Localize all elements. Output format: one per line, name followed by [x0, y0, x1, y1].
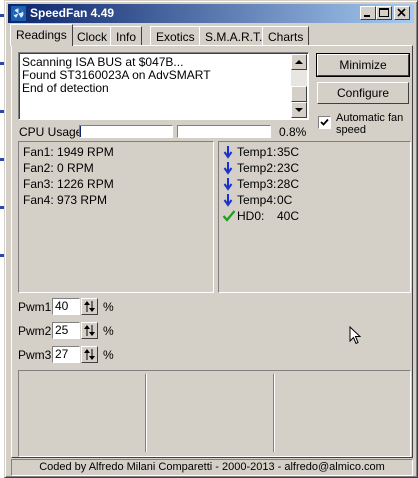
pwm3-spinner[interactable] — [81, 346, 98, 363]
tab-clock[interactable]: Clock — [71, 26, 114, 45]
temp-value: 40C — [277, 209, 300, 223]
fan-label: Fan3: — [23, 177, 54, 191]
cpu-usage-bar — [79, 125, 173, 138]
spinner-arrows-icon — [84, 325, 95, 336]
pwm1-unit: % — [103, 300, 114, 314]
temp-label: Temp1: — [237, 145, 277, 159]
arrow-down-icon — [223, 178, 233, 191]
tab-label: Clock — [77, 30, 108, 44]
mouse-cursor-icon — [349, 326, 362, 345]
spinner-arrows-icon — [84, 301, 95, 312]
title-bar[interactable]: SpeedFan 4.49 — [8, 4, 414, 23]
temp-label: Temp3: — [237, 177, 277, 191]
graph-divider — [145, 374, 146, 452]
detection-log[interactable]: Scanning ISA BUS at $047B... Found ST316… — [18, 52, 309, 120]
cpu-usage-bar — [177, 125, 271, 138]
pwm3-unit: % — [103, 348, 114, 362]
scroll-down-button[interactable] — [291, 102, 307, 118]
automatic-fan-speed-label: Automatic fan speed — [336, 112, 404, 136]
tab-label: Readings — [16, 28, 67, 42]
temp-label: Temp4: — [237, 193, 277, 207]
temp-label: Temp2: — [237, 161, 277, 175]
pwm2-label: Pwm2: — [18, 324, 55, 338]
close-icon — [397, 8, 406, 17]
tab-label: S.M.A.R.T. — [205, 30, 263, 44]
tab-charts[interactable]: Charts — [262, 26, 310, 45]
temp-value: 28C — [277, 177, 300, 191]
spinner-arrows-icon — [84, 349, 95, 360]
fan-value: 973 RPM — [57, 193, 108, 207]
tab-smart[interactable]: S.M.A.R.T. — [199, 26, 269, 45]
fan-reading: Fan1: 1949 RPM — [23, 145, 114, 159]
window-title: SpeedFan 4.49 — [30, 6, 115, 20]
temp-value: 35C — [277, 145, 300, 159]
cpu-usage-label: CPU Usage — [19, 125, 83, 139]
pwm2-spinner[interactable] — [81, 322, 98, 339]
log-line: End of detection — [22, 81, 109, 95]
tab-readings[interactable]: Readings — [10, 24, 73, 46]
minimize-button[interactable]: Minimize — [316, 53, 410, 77]
graph-divider — [273, 374, 274, 452]
close-window-button[interactable] — [394, 6, 410, 20]
fan-reading: Fan4: 973 RPM — [23, 193, 107, 207]
tab-label: Charts — [268, 30, 304, 44]
check-icon — [222, 210, 236, 222]
status-bar: Coded by Alfredo Milani Comparetti - 200… — [11, 459, 413, 476]
pwm2-input[interactable]: 25 — [52, 322, 80, 339]
minimize-icon — [364, 15, 370, 17]
cpu-usage-percent: 0.8% — [279, 125, 307, 139]
arrow-down-icon — [223, 194, 233, 207]
log-scrollbar[interactable] — [291, 54, 307, 118]
scroll-thumb[interactable] — [291, 86, 307, 102]
tab-label: Info — [116, 30, 137, 44]
tab-exotics[interactable]: Exotics — [150, 26, 201, 45]
fan-label: Fan2: — [23, 161, 54, 175]
configure-button[interactable]: Configure — [317, 82, 409, 104]
arrow-up-icon — [295, 60, 303, 64]
pwm3-input[interactable]: 27 — [52, 346, 80, 363]
log-lines: Scanning ISA BUS at $047B... Found ST316… — [22, 56, 211, 95]
fan-value: 0 RPM — [57, 161, 94, 175]
temperatures-panel: Temp1: 35C Temp2: 23C Temp3: 28C Temp4: 0C H… — [218, 141, 411, 293]
pwm3-label: Pwm3: — [18, 348, 55, 362]
fan-label: Fan4: — [23, 193, 54, 207]
arrow-down-icon — [223, 146, 233, 159]
speedfan-window: SpeedFan 4.49 Readings Clock Info Exotic… — [4, 0, 418, 478]
temp-value: 0C — [277, 193, 293, 207]
fans-panel: Fan1: 1949 RPM Fan2: 0 RPM Fan3: 1226 RP… — [18, 141, 214, 293]
pwm1-input[interactable]: 40 — [52, 298, 80, 315]
scroll-up-button[interactable] — [291, 54, 307, 70]
fan-value: 1226 RPM — [57, 177, 114, 191]
fan-reading: Fan2: 0 RPM — [23, 161, 94, 175]
arrow-down-icon — [295, 108, 303, 112]
maximize-icon — [379, 8, 389, 17]
maximize-window-button[interactable] — [376, 6, 392, 20]
graph-area — [18, 370, 411, 457]
checkmark-icon — [320, 118, 329, 126]
pwm2-unit: % — [103, 324, 114, 338]
pwm1-label: Pwm1: — [18, 300, 55, 314]
automatic-fan-speed-checkbox[interactable] — [318, 116, 331, 129]
tab-info[interactable]: Info — [110, 26, 143, 45]
fan-label: Fan1: — [23, 145, 54, 159]
tab-label: Exotics — [156, 30, 195, 44]
fan-value: 1949 RPM — [57, 145, 114, 159]
minimize-window-button[interactable] — [360, 6, 376, 20]
temp-label: HD0: — [237, 209, 265, 223]
cpu-usage-fill — [80, 126, 81, 137]
speedfan-app-icon — [11, 6, 26, 21]
fan-reading: Fan3: 1226 RPM — [23, 177, 114, 191]
pwm1-spinner[interactable] — [81, 298, 98, 315]
temp-value: 23C — [277, 161, 300, 175]
arrow-down-icon — [223, 162, 233, 175]
